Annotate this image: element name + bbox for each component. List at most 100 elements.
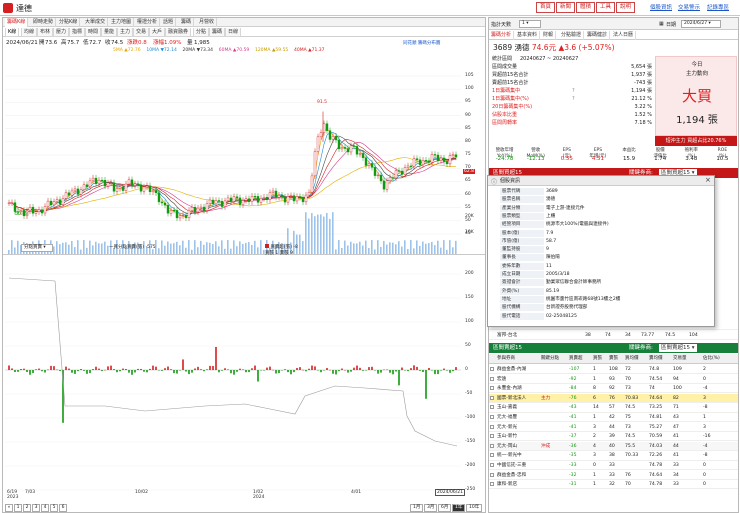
table-cell: -16	[703, 434, 711, 440]
tab-branch-verify[interactable]: 分點驗證	[559, 31, 585, 40]
tab-time[interactable]: 時間	[85, 28, 102, 37]
tab-chip2[interactable]: 籌碼	[209, 28, 226, 37]
tab-trade[interactable]: 交易	[133, 28, 150, 37]
broker-name[interactable]: 永豐金-內湖	[497, 384, 522, 393]
close-icon[interactable]: ×	[705, 176, 711, 184]
tab-margin[interactable]: 融資融券	[165, 28, 192, 37]
broker-name[interactable]: 中國信託-三重	[497, 461, 526, 470]
table-row[interactable]: 元大-岡山 沖成 -36 4 40 75.5 74.03 44 -4	[489, 441, 738, 451]
tab-branch[interactable]: 分點	[193, 28, 210, 37]
tab-big-trade[interactable]: 大單成交	[83, 18, 109, 27]
broker-name[interactable]: 玉山-嘉義	[497, 403, 517, 412]
tab-ma[interactable]: 均線	[21, 28, 38, 37]
table-row[interactable]: 玉山-新竹 -37 2 39 74.5 70.59 41 -16	[489, 432, 738, 442]
tab-topic[interactable]: 話題	[161, 18, 177, 27]
tab-kline[interactable]: K線	[5, 28, 20, 37]
tab-large-holder[interactable]: 大戶	[149, 28, 166, 37]
branch-chart[interactable]	[5, 256, 461, 496]
row-checkbox[interactable]	[490, 367, 494, 371]
period-1m[interactable]: 1月	[410, 504, 424, 512]
row-checkbox[interactable]	[490, 405, 494, 410]
table-row[interactable]: 康和-新店 -31 1 32 70 74.78 33 0	[489, 480, 738, 490]
chip-distribution-link[interactable]: 同花順 籌碼分布圖	[403, 40, 440, 46]
tab-chip-kline[interactable]: 籌碼K線	[5, 18, 29, 27]
table-row[interactable]: 玉山-嘉義 -43 14 57 74.5 73.25 71 -8	[489, 403, 738, 413]
table-row[interactable]: 國票-新北法人 主力 -76 6 76 70.83 74.64 82 3	[489, 393, 738, 403]
volume-button[interactable]: 體積	[576, 2, 596, 13]
period-3m[interactable]: 3月	[424, 504, 438, 512]
row-checkbox[interactable]	[490, 443, 494, 448]
price-chart[interactable]	[5, 56, 461, 254]
period-10y[interactable]: 10年	[466, 504, 483, 512]
page-prev-button[interactable]: «	[5, 504, 13, 512]
row-checkbox[interactable]	[490, 424, 494, 429]
tab-chip-analysis[interactable]: 籌碼分析	[489, 31, 515, 40]
sell-filter-select[interactable]: 區間賣超15 ▾	[659, 344, 697, 352]
tab-warrant[interactable]: 權證分析	[135, 18, 161, 27]
tab-realtime[interactable]: 即時走勢	[31, 18, 57, 27]
page-2[interactable]: 2	[23, 504, 31, 512]
broker-name[interactable]: 元大-岡山	[497, 442, 517, 451]
table-row[interactable]: 元大-新光 -41 3 44 73 75.27 47 3	[489, 423, 738, 432]
row-checkbox[interactable]	[490, 463, 494, 467]
table-row[interactable]: 元大-福豐 -41 1 42 75 74.81 43 1	[489, 413, 738, 423]
broker-name[interactable]: 元大-福豐	[497, 413, 517, 422]
help-icon[interactable]: ?	[572, 88, 575, 95]
tab-main-map[interactable]: 主力地圖	[109, 18, 135, 27]
tab-institution-calendar[interactable]: 法人日曆	[611, 31, 637, 40]
row-checkbox[interactable]	[490, 386, 494, 391]
days-select[interactable]: 1 ▾	[519, 20, 541, 28]
period-1y[interactable]: 1年	[452, 504, 466, 512]
calendar-icon[interactable]: ▦	[659, 21, 664, 27]
tab-daily[interactable]: 日線	[225, 28, 242, 37]
broker-name[interactable]: 國票-新北法人	[497, 394, 526, 403]
broker-name[interactable]: 統一-新光中	[497, 451, 522, 460]
page-3[interactable]: 3	[32, 504, 40, 512]
row-checkbox[interactable]	[490, 434, 494, 439]
broker-name[interactable]: 宏遠	[497, 375, 506, 384]
table-row[interactable]: 群益金鼎-忠和 -32 1 33 76 74.64 34 0	[489, 471, 738, 480]
broker-name[interactable]: 群益金鼎-內湖	[497, 365, 526, 374]
tab-pressure[interactable]: 壓力	[53, 28, 70, 37]
tab-basic[interactable]: 基本資料	[515, 31, 541, 40]
tab-bollinger[interactable]: 布林	[37, 28, 54, 37]
tools-button[interactable]: 工具	[596, 2, 616, 13]
tab-branch-kline[interactable]: 分點K線	[57, 18, 81, 27]
tab-volume[interactable]: 量能	[101, 28, 118, 37]
tab-monthly-revenue[interactable]: 月營收	[197, 18, 218, 27]
tab-chip-check[interactable]: 籌碼健診	[585, 31, 611, 40]
tab-indicator[interactable]: 指標	[69, 28, 86, 37]
page-6[interactable]: 6	[59, 504, 67, 512]
broker-name[interactable]: 群益金鼎-忠和	[497, 471, 526, 480]
tab-main[interactable]: 主力	[117, 28, 134, 37]
stock-info-link[interactable]: 個股資訊	[650, 3, 672, 13]
record-link[interactable]: 記錄專區	[707, 3, 729, 13]
period-6m[interactable]: 6月	[438, 504, 452, 512]
help-button[interactable]: 說明	[616, 2, 636, 13]
table-row[interactable]: 永豐金-內湖 -84 8 92 73 74 100 -4	[489, 384, 738, 394]
trade-alert-link[interactable]: 交易警示	[678, 3, 700, 13]
page-1[interactable]: 1	[14, 504, 22, 512]
row-checkbox[interactable]	[490, 395, 494, 400]
row-checkbox[interactable]	[490, 453, 494, 458]
row-checkbox[interactable]	[490, 376, 494, 381]
table-row[interactable]: 統一-新光中 -35 3 38 70.33 72.26 41 -8	[489, 451, 738, 461]
row-checkbox[interactable]	[490, 415, 494, 419]
row-checkbox[interactable]	[490, 472, 494, 477]
home-button[interactable]: 首頁	[536, 2, 556, 13]
broker-name[interactable]: 元大-新光	[497, 423, 517, 432]
help-icon[interactable]: ?	[572, 96, 575, 103]
tab-report[interactable]: 財報	[541, 31, 557, 40]
news-button[interactable]: 新聞	[556, 2, 576, 13]
table-row[interactable]: 群益金鼎-內湖 -107 1 108 72 74.8 109 2	[489, 365, 738, 375]
row-checkbox[interactable]	[490, 482, 494, 487]
table-row[interactable]: 宏遠 -92 1 93 70 74.54 94 0	[489, 375, 738, 384]
page-5[interactable]: 5	[50, 504, 58, 512]
date-field[interactable]: 2024/6/27 ▾	[681, 20, 721, 28]
lower-indicator-select[interactable]: 分點買賣 ▾	[21, 244, 53, 252]
tab-chips[interactable]: 籌碼	[179, 18, 195, 27]
page-4[interactable]: 4	[41, 504, 49, 512]
broker-name[interactable]: 康和-新店	[497, 480, 517, 489]
broker-name[interactable]: 玉山-新竹	[497, 432, 517, 441]
table-row[interactable]: 中國信託-三重 -33 0 33 74.78 33 0	[489, 461, 738, 471]
